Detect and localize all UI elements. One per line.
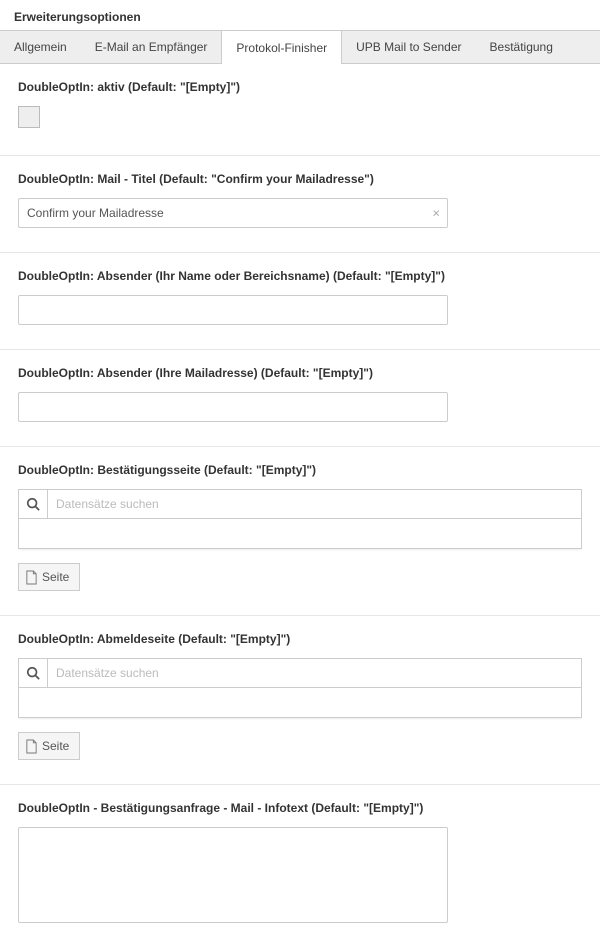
tab-mail-recipient[interactable]: E-Mail an Empfänger [81,31,222,63]
field-confirm-page: DoubleOptIn: Bestätigungsseite (Default:… [0,447,600,616]
field-mail-title: DoubleOptIn: Mail - Titel (Default: "Con… [0,156,600,253]
tab-bar: Allgemein E-Mail an Empfänger Protokol-F… [0,30,600,64]
page-button-confirm[interactable]: Seite [18,563,80,591]
panel-protocol: DoubleOptIn: aktiv (Default: "[Empty]") … [0,64,600,950]
page-icon [25,570,38,585]
search-button-confirm[interactable] [18,489,48,519]
input-sender-name[interactable] [18,295,448,325]
search-button-unsub[interactable] [18,658,48,688]
label-infotext: DoubleOptIn - Bestätigungsanfrage - Mail… [18,801,582,815]
tab-general[interactable]: Allgemein [0,31,81,63]
label-sender-mail: DoubleOptIn: Absender (Ihre Mailadresse)… [18,366,582,380]
label-sender-name: DoubleOptIn: Absender (Ihr Name oder Ber… [18,269,582,283]
label-active: DoubleOptIn: aktiv (Default: "[Empty]") [18,80,582,94]
search-icon [26,666,40,680]
label-confirm-page: DoubleOptIn: Bestätigungsseite (Default:… [18,463,582,477]
input-mail-title[interactable] [18,198,448,228]
input-sender-mail[interactable] [18,392,448,422]
page-button-label: Seite [42,570,69,584]
field-infotext: DoubleOptIn - Bestätigungsanfrage - Mail… [0,785,600,950]
page-icon [25,739,38,754]
search-input-unsub[interactable] [48,658,582,688]
textarea-infotext[interactable] [18,827,448,923]
tab-confirmation[interactable]: Bestätigung [476,31,567,63]
tab-protocol-finisher[interactable]: Protokol-Finisher [221,31,342,64]
page-button-label: Seite [42,739,69,753]
checkbox-active[interactable] [18,106,40,128]
label-mail-title: DoubleOptIn: Mail - Titel (Default: "Con… [18,172,582,186]
field-unsub-page: DoubleOptIn: Abmeldeseite (Default: "[Em… [0,616,600,785]
section-heading: Erweiterungsoptionen [0,0,600,30]
field-doubleoptin-active: DoubleOptIn: aktiv (Default: "[Empty]") [0,64,600,156]
field-sender-mail: DoubleOptIn: Absender (Ihre Mailadresse)… [0,350,600,447]
label-unsub-page: DoubleOptIn: Abmeldeseite (Default: "[Em… [18,632,582,646]
search-input-confirm[interactable] [48,489,582,519]
page-button-unsub[interactable]: Seite [18,732,80,760]
result-list-unsub[interactable] [18,688,582,718]
search-icon [26,497,40,511]
field-sender-name: DoubleOptIn: Absender (Ihr Name oder Ber… [0,253,600,350]
close-icon[interactable]: × [432,207,440,220]
result-list-confirm[interactable] [18,519,582,549]
tab-upb-mail[interactable]: UPB Mail to Sender [342,31,475,63]
